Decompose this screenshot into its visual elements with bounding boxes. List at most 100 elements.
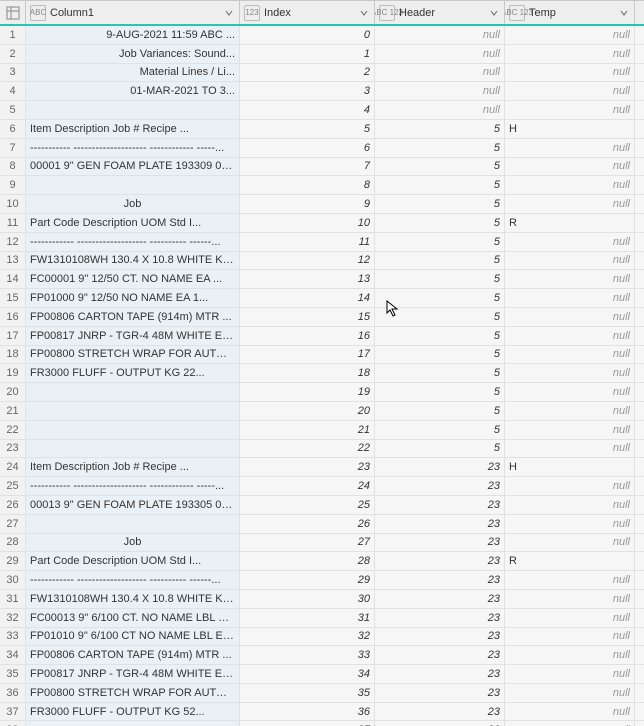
table-row[interactable]: 985null	[0, 176, 644, 195]
cell-header[interactable]: 23	[375, 721, 505, 726]
cell-index[interactable]: 13	[240, 270, 375, 288]
cell-temp[interactable]: null	[505, 270, 635, 288]
cell-temp[interactable]: null	[505, 308, 635, 326]
cell-temp[interactable]: null	[505, 26, 635, 44]
cell-index[interactable]: 36	[240, 703, 375, 721]
cell-column1[interactable]: Item Description Job # Recipe ...	[26, 458, 240, 476]
row-number[interactable]: 20	[0, 383, 26, 401]
table-row[interactable]: 401-MAR-2021 TO 3...3nullnull	[0, 82, 644, 101]
cell-header[interactable]: 23	[375, 590, 505, 608]
cell-column1[interactable]: FP01010 9" 6/100 CT NO NAME LBL EA ...	[26, 628, 240, 646]
cell-index[interactable]: 5	[240, 120, 375, 138]
cell-column1[interactable]: FP01000 9" 12/50 NO NAME EA 1...	[26, 289, 240, 307]
row-number[interactable]: 9	[0, 176, 26, 194]
cell-column1[interactable]: FP00800 STRETCH WRAP FOR AUTOMATI ...	[26, 346, 240, 364]
cell-temp[interactable]: null	[505, 646, 635, 664]
table-row[interactable]: 34FP00806 CARTON TAPE (914m) MTR ...3323…	[0, 646, 644, 665]
cell-header[interactable]: 23	[375, 458, 505, 476]
table-row[interactable]: 54nullnull	[0, 101, 644, 120]
cell-temp[interactable]: R	[505, 214, 635, 232]
cell-index[interactable]: 6	[240, 139, 375, 157]
cell-index[interactable]: 7	[240, 158, 375, 176]
cell-temp[interactable]: null	[505, 383, 635, 401]
cell-column1[interactable]: FP00806 CARTON TAPE (914m) MTR ...	[26, 308, 240, 326]
cell-index[interactable]: 30	[240, 590, 375, 608]
cell-temp[interactable]: null	[505, 703, 635, 721]
cell-header[interactable]: 23	[375, 646, 505, 664]
row-number[interactable]: 23	[0, 440, 26, 458]
cell-index[interactable]: 35	[240, 684, 375, 702]
cell-index[interactable]: 8	[240, 176, 375, 194]
row-number[interactable]: 27	[0, 515, 26, 533]
cell-header[interactable]: 5	[375, 440, 505, 458]
cell-temp[interactable]: null	[505, 139, 635, 157]
cell-header[interactable]: 5	[375, 383, 505, 401]
cell-index[interactable]: 1	[240, 45, 375, 63]
cell-header[interactable]: 5	[375, 158, 505, 176]
cell-index[interactable]: 32	[240, 628, 375, 646]
cell-column1[interactable]: ------------ ------------------- -------…	[26, 571, 240, 589]
cell-index[interactable]: 26	[240, 515, 375, 533]
cell-header[interactable]: 5	[375, 327, 505, 345]
cell-index[interactable]: 28	[240, 552, 375, 570]
cell-temp[interactable]: null	[505, 477, 635, 495]
cell-column1[interactable]: FR3000 FLUFF - OUTPUT KG 22...	[26, 364, 240, 382]
cell-temp[interactable]: null	[505, 684, 635, 702]
cell-column1[interactable]: 00013 9" GEN FOAM PLATE 193305 000...	[26, 496, 240, 514]
cell-index[interactable]: 3	[240, 82, 375, 100]
table-row[interactable]: 32FC00013 9" 6/100 CT. NO NAME LBL EA ..…	[0, 609, 644, 628]
table-row[interactable]: 21205null	[0, 402, 644, 421]
table-row[interactable]: 6Item Description Job # Recipe ...55H	[0, 120, 644, 139]
cell-column1[interactable]: ----------- -------------------- -------…	[26, 139, 240, 157]
cell-column1[interactable]	[26, 721, 240, 726]
cell-header[interactable]: 23	[375, 703, 505, 721]
table-corner[interactable]	[0, 1, 26, 24]
cell-header[interactable]: 5	[375, 139, 505, 157]
cell-header[interactable]: 23	[375, 477, 505, 495]
row-number[interactable]: 36	[0, 684, 26, 702]
cell-column1[interactable]: FP00817 JNRP - TGR-4 48M WHITE EA ...	[26, 665, 240, 683]
cell-temp[interactable]: null	[505, 534, 635, 552]
cell-temp[interactable]: null	[505, 440, 635, 458]
column-header-header[interactable]: ABC 123 Header	[375, 1, 505, 24]
cell-header[interactable]: 5	[375, 176, 505, 194]
column-header-column1[interactable]: ABC Column1	[26, 1, 240, 24]
cell-column1[interactable]	[26, 402, 240, 420]
cell-column1[interactable]: Part Code Description UOM Std I...	[26, 552, 240, 570]
cell-temp[interactable]: null	[505, 64, 635, 82]
table-row[interactable]: 17FP00817 JNRP - TGR-4 48M WHITE EA ...1…	[0, 327, 644, 346]
cell-column1[interactable]: Job Variances: Sound...	[26, 45, 240, 63]
table-row[interactable]: 13FW1310108WH 130.4 X 10.8 WHITE KG ...1…	[0, 252, 644, 271]
table-row[interactable]: 19FR3000 FLUFF - OUTPUT KG 22...185null	[0, 364, 644, 383]
row-number[interactable]: 7	[0, 139, 26, 157]
cell-header[interactable]: 5	[375, 421, 505, 439]
cell-header[interactable]: 5	[375, 402, 505, 420]
cell-index[interactable]: 4	[240, 101, 375, 119]
row-number[interactable]: 37	[0, 703, 26, 721]
cell-temp[interactable]: null	[505, 571, 635, 589]
cell-index[interactable]: 2	[240, 64, 375, 82]
cell-temp[interactable]: R	[505, 552, 635, 570]
cell-temp[interactable]: null	[505, 158, 635, 176]
table-row[interactable]: 24Item Description Job # Recipe ...2323H	[0, 458, 644, 477]
cell-column1[interactable]: FC00013 9" 6/100 CT. NO NAME LBL EA ...	[26, 609, 240, 627]
cell-column1[interactable]: Job	[26, 534, 240, 552]
cell-column1[interactable]: FR3000 FLUFF - OUTPUT KG 52...	[26, 703, 240, 721]
table-row[interactable]: 16FP00806 CARTON TAPE (914m) MTR ...155n…	[0, 308, 644, 327]
cell-header[interactable]: 23	[375, 515, 505, 533]
row-number[interactable]: 18	[0, 346, 26, 364]
cell-temp[interactable]: null	[505, 628, 635, 646]
row-number[interactable]: 15	[0, 289, 26, 307]
cell-index[interactable]: 11	[240, 233, 375, 251]
cell-header[interactable]: 5	[375, 364, 505, 382]
table-row[interactable]: 3Material Lines / Li...2nullnull	[0, 64, 644, 83]
cell-index[interactable]: 0	[240, 26, 375, 44]
cell-temp[interactable]: null	[505, 515, 635, 533]
row-number[interactable]: 10	[0, 195, 26, 213]
cell-column1[interactable]: FW1310108WH 130.4 X 10.8 WHITE KG ...	[26, 590, 240, 608]
cell-header[interactable]: 5	[375, 346, 505, 364]
row-number[interactable]: 3	[0, 64, 26, 82]
cell-index[interactable]: 22	[240, 440, 375, 458]
table-row[interactable]: 14FC00001 9" 12/50 CT. NO NAME EA ...135…	[0, 270, 644, 289]
cell-header[interactable]: null	[375, 64, 505, 82]
